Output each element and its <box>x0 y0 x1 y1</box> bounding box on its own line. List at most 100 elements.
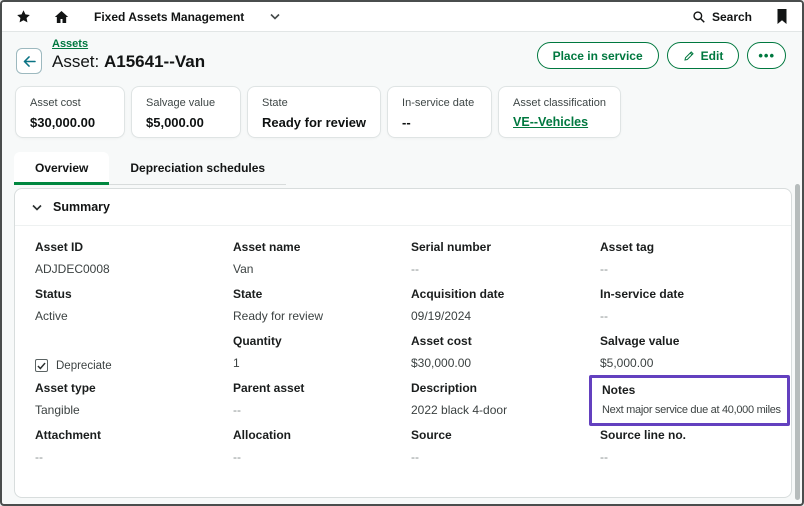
field-label: Serial number <box>411 240 600 254</box>
field-label: Notes <box>602 383 781 397</box>
field-value: 09/19/2024 <box>411 309 600 323</box>
field-source: Source -- <box>411 428 600 475</box>
field-label: Quantity <box>233 334 411 348</box>
search-icon <box>692 10 706 24</box>
card-value: $5,000.00 <box>146 115 226 130</box>
search-label: Search <box>712 10 752 24</box>
notes-highlight-box: Notes Next major service due at 40,000 m… <box>589 375 790 426</box>
favorite-star-icon[interactable] <box>16 9 31 24</box>
field-label: Asset cost <box>411 334 600 348</box>
summary-panel: Summary Asset ID ADJDEC0008 Asset name V… <box>14 188 792 498</box>
field-label: Source <box>411 428 600 442</box>
field-label: Source line no. <box>600 428 790 442</box>
page-title-prefix: Asset: <box>52 52 99 71</box>
card-label: In-service date <box>402 97 477 109</box>
breadcrumb-assets-link[interactable]: Assets <box>52 38 88 50</box>
field-serial-number: Serial number -- <box>411 240 600 287</box>
field-value: -- <box>600 450 790 464</box>
field-value: -- <box>600 262 790 276</box>
field-value: -- <box>233 403 411 417</box>
field-depreciate: Depreciate <box>35 334 233 381</box>
field-state: State Ready for review <box>233 287 411 334</box>
bookmark-icon[interactable] <box>776 9 788 24</box>
field-description: Description 2022 black 4-door <box>411 381 600 428</box>
field-salvage-value: Salvage value $5,000.00 <box>600 334 790 381</box>
field-label: Asset tag <box>600 240 790 254</box>
field-acquisition-date: Acquisition date 09/19/2024 <box>411 287 600 334</box>
summary-fields-grid: Asset ID ADJDEC0008 Asset name Van Seria… <box>15 226 791 475</box>
field-asset-cost: Asset cost $30,000.00 <box>411 334 600 381</box>
field-value: 1 <box>233 356 411 370</box>
field-label: In-service date <box>600 287 790 301</box>
search-button[interactable]: Search <box>692 10 752 24</box>
card-state: State Ready for review <box>247 86 381 138</box>
field-value: Next major service due at 40,000 miles <box>602 404 781 416</box>
field-value: -- <box>233 450 411 464</box>
card-value: $30,000.00 <box>30 115 110 130</box>
page-title: Asset: A15641--Van <box>52 52 205 72</box>
depreciate-checkbox[interactable] <box>35 359 48 372</box>
field-status: Status Active <box>35 287 233 334</box>
asset-classification-link[interactable]: VE--Vehicles <box>513 115 606 129</box>
card-value: -- <box>402 115 477 130</box>
field-attachment: Attachment -- <box>35 428 233 475</box>
card-value: Ready for review <box>262 115 366 130</box>
pencil-icon <box>683 50 695 62</box>
field-label: Allocation <box>233 428 411 442</box>
card-label: Salvage value <box>146 97 226 109</box>
chevron-down-icon <box>32 204 42 211</box>
field-label: Acquisition date <box>411 287 600 301</box>
field-label: Asset type <box>35 381 233 395</box>
edit-label: Edit <box>701 49 724 63</box>
header-actions: Place in service Edit ••• <box>537 42 786 69</box>
edit-button[interactable]: Edit <box>667 42 740 69</box>
summary-section-header[interactable]: Summary <box>15 189 791 226</box>
field-asset-id: Asset ID ADJDEC0008 <box>35 240 233 287</box>
field-asset-tag: Asset tag -- <box>600 240 790 287</box>
field-value: Active <box>35 309 233 323</box>
field-value: -- <box>600 309 790 323</box>
field-label: State <box>233 287 411 301</box>
card-asset-classification: Asset classification VE--Vehicles <box>498 86 621 138</box>
field-label: Asset ID <box>35 240 233 254</box>
field-value: -- <box>411 262 600 276</box>
home-icon[interactable] <box>53 9 70 25</box>
card-salvage-value: Salvage value $5,000.00 <box>131 86 241 138</box>
field-label: Description <box>411 381 600 395</box>
tab-depreciation-schedules[interactable]: Depreciation schedules <box>109 152 286 185</box>
app-switcher[interactable]: Fixed Assets Management <box>94 10 280 24</box>
card-label: Asset cost <box>30 97 110 109</box>
card-in-service-date: In-service date -- <box>387 86 492 138</box>
field-value: $30,000.00 <box>411 356 600 370</box>
field-asset-name: Asset name Van <box>233 240 411 287</box>
field-value: Ready for review <box>233 309 411 323</box>
vertical-scrollbar[interactable] <box>795 184 800 500</box>
field-value: -- <box>411 450 600 464</box>
app-window: Fixed Assets Management Search Assets As… <box>0 0 804 506</box>
tab-overview[interactable]: Overview <box>14 152 109 185</box>
field-value: Van <box>233 262 411 276</box>
field-allocation: Allocation -- <box>233 428 411 475</box>
app-title: Fixed Assets Management <box>94 10 244 24</box>
depreciate-checkbox-row[interactable]: Depreciate <box>35 359 233 372</box>
field-notes: Notes Next major service due at 40,000 m… <box>600 381 790 428</box>
check-icon <box>37 362 46 370</box>
field-label: Attachment <box>35 428 233 442</box>
card-label: State <box>262 97 366 109</box>
place-in-service-button[interactable]: Place in service <box>537 42 659 69</box>
page-header: Assets Asset: A15641--Van <box>16 38 205 74</box>
tab-bar: Overview Depreciation schedules <box>14 152 286 185</box>
field-value: $5,000.00 <box>600 356 790 370</box>
field-value: 2022 black 4-door <box>411 403 600 417</box>
summary-title: Summary <box>53 200 110 214</box>
field-label: Asset name <box>233 240 411 254</box>
back-button[interactable] <box>16 48 42 74</box>
more-actions-button[interactable]: ••• <box>747 42 786 69</box>
field-source-line-no: Source line no. -- <box>600 428 790 475</box>
field-in-service-date: In-service date -- <box>600 287 790 334</box>
arrow-left-icon <box>23 56 36 67</box>
depreciate-label: Depreciate <box>56 360 112 372</box>
field-quantity: Quantity 1 <box>233 334 411 381</box>
top-bar: Fixed Assets Management Search <box>2 2 802 32</box>
field-asset-type: Asset type Tangible <box>35 381 233 428</box>
